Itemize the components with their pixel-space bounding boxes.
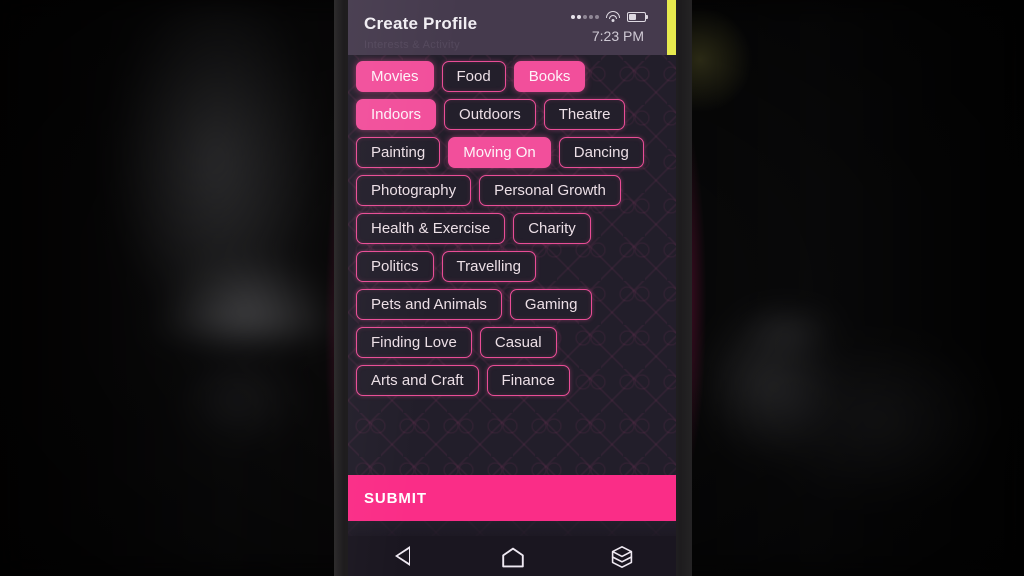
interest-chip-label: Pets and Animals <box>371 296 487 313</box>
interest-chip-label: Theatre <box>558 106 611 123</box>
interest-chip-label: Painting <box>371 144 426 161</box>
interest-chip[interactable]: Indoors <box>356 99 437 130</box>
interest-chip[interactable]: Politics <box>356 251 434 282</box>
interest-chip[interactable]: Pets and Animals <box>356 289 502 320</box>
interest-chip[interactable]: Painting <box>356 137 441 168</box>
interest-chip-label: Gaming <box>524 296 578 313</box>
interest-chip[interactable]: Moving On <box>448 137 551 168</box>
interest-chip-label: Food <box>456 68 491 85</box>
interest-chip[interactable]: Food <box>441 61 506 92</box>
interest-chip-label: Finding Love <box>371 334 457 351</box>
interest-chip[interactable]: Casual <box>479 327 557 358</box>
yellow-edge-accent <box>667 0 676 55</box>
interest-chip[interactable]: Movies <box>356 61 434 92</box>
status-bar-icons <box>571 11 648 22</box>
interest-chip[interactable]: Outdoors <box>444 99 536 130</box>
signal-strength-icon <box>571 14 599 19</box>
interest-chip-label: Travelling <box>456 258 521 275</box>
interest-chip-label: Outdoors <box>459 106 521 123</box>
interest-chip-label: Politics <box>371 258 419 275</box>
battery-icon <box>627 11 648 22</box>
interest-chip-label: Arts and Craft <box>371 372 464 389</box>
nav-recents-button[interactable] <box>601 541 641 571</box>
back-triangle-icon <box>395 546 411 566</box>
android-nav-bar <box>348 536 676 576</box>
interest-chip-label: Books <box>528 68 571 85</box>
interest-chip[interactable]: Arts and Craft <box>356 365 479 396</box>
interest-chip[interactable]: Charity <box>513 213 591 244</box>
nav-home-button[interactable] <box>492 541 532 571</box>
nav-back-button[interactable] <box>383 541 423 571</box>
interest-chip-label: Dancing <box>573 144 629 161</box>
interest-chip-label: Health & Exercise <box>371 220 491 237</box>
interest-chip-label: Finance <box>501 372 555 389</box>
scrolled-away-section-label: Interests & Activity <box>364 39 460 51</box>
wifi-icon <box>606 11 620 22</box>
recents-hexagon-icon <box>610 545 633 568</box>
interest-chip-label: Charity <box>528 220 576 237</box>
interest-chip-label: Casual <box>494 334 542 351</box>
phone-screen: Movies Food Books Indoors Outdoors Theatre Pai… <box>348 0 676 576</box>
interest-chip-label: Moving On <box>463 144 536 161</box>
interest-chip[interactable]: Personal Growth <box>479 175 621 206</box>
status-bar-time: 7:23 PM <box>591 28 644 44</box>
screenshot-scene: Movies Food Books Indoors Outdoors Theatre Pai… <box>0 0 1024 576</box>
interest-chip-label: Movies <box>371 68 419 85</box>
submit-button-label: SUBMIT <box>364 489 427 507</box>
interest-chip-label: Indoors <box>371 106 422 123</box>
interest-chip-label: Photography <box>371 182 457 199</box>
page-title: Create Profile <box>364 14 478 33</box>
interest-chip[interactable]: Finding Love <box>356 327 472 358</box>
interest-chip[interactable]: Travelling <box>441 251 536 282</box>
interest-chip[interactable]: Theatre <box>543 99 626 130</box>
interest-chip[interactable]: Gaming <box>509 289 593 320</box>
interest-chip[interactable]: Finance <box>486 365 570 396</box>
interest-chip[interactable]: Health & Exercise <box>356 213 506 244</box>
home-icon <box>501 547 524 567</box>
interest-chip-list: Movies Food Books Indoors Outdoors Theatre Pai… <box>356 61 672 396</box>
submit-button[interactable]: SUBMIT <box>348 475 676 521</box>
interest-chip[interactable]: Books <box>513 61 586 92</box>
interest-chip[interactable]: Dancing <box>558 137 644 168</box>
interest-chip-label: Personal Growth <box>494 182 606 199</box>
interest-chip[interactable]: Photography <box>356 175 472 206</box>
